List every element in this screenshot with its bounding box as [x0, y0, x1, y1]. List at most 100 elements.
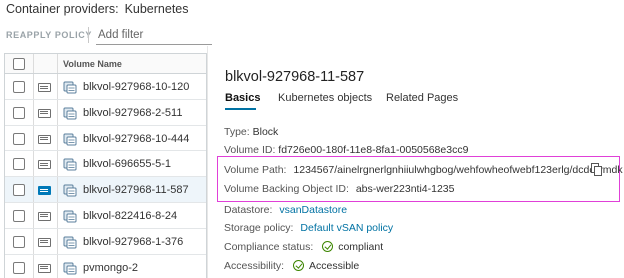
detail-tabs: Basics Kubernetes objects Related Pages [222, 90, 617, 110]
column-divider [57, 125, 58, 151]
column-divider [57, 254, 58, 278]
column-header-volume-name[interactable]: Volume Name [63, 59, 122, 69]
volume-path-value: 1234567/ainelrgnerlgnhiiulwhgbog/wehfowh… [293, 164, 623, 176]
pane-divider [207, 46, 208, 278]
table-row[interactable]: blkvol-696655-5-1 [5, 151, 206, 178]
volume-path-label: Volume Path: [224, 164, 287, 176]
volume-icon [63, 184, 77, 197]
volume-id-field: Volume ID: fd726e00-180f-11e8-8fa1-00505… [224, 144, 468, 156]
table-row[interactable]: blkvol-927968-2-511 [5, 99, 206, 126]
reapply-policy-button[interactable]: REAPPLY POLICY [6, 30, 92, 40]
compliance-status-field: Compliance status: compliant [224, 241, 383, 253]
row-details-icon[interactable] [38, 263, 51, 273]
row-checkbox[interactable] [13, 132, 25, 145]
volume-id-label: Volume ID: [224, 144, 276, 156]
column-divider [33, 177, 34, 202]
volume-name: blkvol-927968-11-587 [83, 184, 189, 197]
column-divider [57, 202, 58, 228]
row-checkbox[interactable] [13, 106, 25, 119]
datastore-label: Datastore: [224, 204, 273, 216]
type-value: Block [252, 126, 279, 138]
backing-object-id-value: abs-wer223nti4-1235 [355, 183, 455, 195]
column-divider [57, 177, 58, 202]
check-circle-icon [322, 241, 334, 252]
table-row[interactable]: pvmongo-2 [5, 254, 206, 278]
row-details-icon[interactable] [38, 237, 51, 247]
column-divider [57, 99, 58, 125]
table-row[interactable]: blkvol-927968-10-120 [5, 74, 206, 100]
table-row[interactable]: blkvol-927968-1-376 [5, 228, 206, 255]
backing-object-id-field: Volume Backing Object ID: abs-wer223nti4… [224, 183, 454, 195]
table-row[interactable]: blkvol-927968-10-444 [5, 125, 206, 152]
row-details-icon[interactable] [38, 160, 51, 170]
tab-related-pages[interactable]: Related Pages [386, 92, 458, 104]
row-details-icon[interactable] [38, 211, 51, 221]
select-all-checkbox[interactable] [13, 58, 25, 70]
tab-basics[interactable]: Basics [225, 92, 260, 104]
volume-icon [63, 81, 77, 94]
row-checkbox[interactable] [13, 184, 25, 197]
storage-policy-label: Storage policy: [224, 222, 294, 234]
volume-id-value: fd726e00-180f-11e8-8fa1-0050568e3cc9 [278, 144, 469, 156]
highlight-box [217, 156, 620, 202]
volume-icon [63, 236, 77, 249]
volume-name: blkvol-927968-10-120 [83, 81, 190, 93]
row-details-icon[interactable] [38, 83, 51, 92]
active-tab-indicator [225, 108, 256, 110]
grid-rows: blkvol-927968-10-120 blkvol-927968-2-511 b… [5, 74, 206, 278]
column-divider [33, 74, 34, 99]
accessibility-field: Accessibility: Accessible [224, 260, 359, 272]
check-circle-icon [293, 260, 305, 271]
type-label: Type: [224, 126, 250, 138]
volume-name: pvmongo-2 [83, 261, 139, 274]
row-checkbox[interactable] [13, 261, 25, 274]
page-header: Container providers: Kubernetes [6, 2, 189, 16]
column-divider [33, 202, 34, 228]
volume-name: blkvol-822416-8-24 [83, 209, 178, 222]
column-divider [33, 125, 34, 151]
compliance-status-value: compliant [338, 241, 384, 253]
volume-name: blkvol-927968-2-511 [83, 106, 183, 119]
volume-icon [63, 210, 77, 223]
storage-policy-field: Storage policy: Default vSAN policy [224, 222, 393, 234]
volume-icon [63, 158, 77, 171]
accessibility-label: Accessibility: [224, 260, 285, 272]
accessibility-status: Accessible [293, 260, 359, 272]
row-details-icon[interactable] [38, 186, 51, 196]
column-divider [57, 54, 58, 73]
column-divider [33, 99, 34, 125]
toolbar-divider [88, 27, 89, 43]
column-divider [33, 54, 34, 73]
table-row[interactable]: blkvol-927968-11-587 [5, 177, 206, 203]
volume-path-field: Volume Path: 1234567/ainelrgnerlgnhiiulw… [224, 164, 623, 176]
table-row[interactable]: blkvol-822416-8-24 [5, 202, 206, 229]
row-checkbox[interactable] [13, 158, 25, 171]
datastore-link[interactable]: vsanDatastore [279, 204, 347, 216]
backing-object-id-label: Volume Backing Object ID: [224, 183, 349, 195]
row-details-icon[interactable] [38, 134, 51, 144]
volume-icon [63, 107, 77, 120]
row-checkbox[interactable] [13, 81, 25, 93]
toolbar: REAPPLY POLICY [0, 24, 216, 46]
detail-title: blkvol-927968-11-587 [225, 69, 365, 85]
add-filter-input[interactable] [96, 25, 212, 45]
tab-kubernetes-objects[interactable]: Kubernetes objects [278, 92, 372, 104]
column-divider [33, 151, 34, 177]
row-checkbox[interactable] [13, 209, 25, 222]
container-providers-value: Kubernetes [124, 2, 189, 16]
container-providers-label: Container providers: [6, 2, 119, 16]
volume-name: blkvol-927968-10-444 [83, 132, 190, 145]
volume-grid: Volume Name blkvol-927968-10-120 blkvol-9… [4, 53, 207, 278]
grid-header: Volume Name [5, 54, 206, 74]
type-field: Type: Block [224, 126, 278, 138]
column-divider [33, 254, 34, 278]
row-checkbox[interactable] [13, 235, 25, 248]
row-details-icon[interactable] [38, 108, 51, 118]
datastore-field: Datastore: vsanDatastore [224, 204, 347, 216]
volume-icon [63, 133, 77, 146]
volume-name: blkvol-927968-1-376 [83, 235, 184, 248]
volume-icon [63, 262, 77, 275]
copy-icon[interactable] [591, 163, 602, 176]
storage-policy-link[interactable]: Default vSAN policy [300, 222, 393, 234]
compliance-status: compliant [322, 241, 383, 253]
